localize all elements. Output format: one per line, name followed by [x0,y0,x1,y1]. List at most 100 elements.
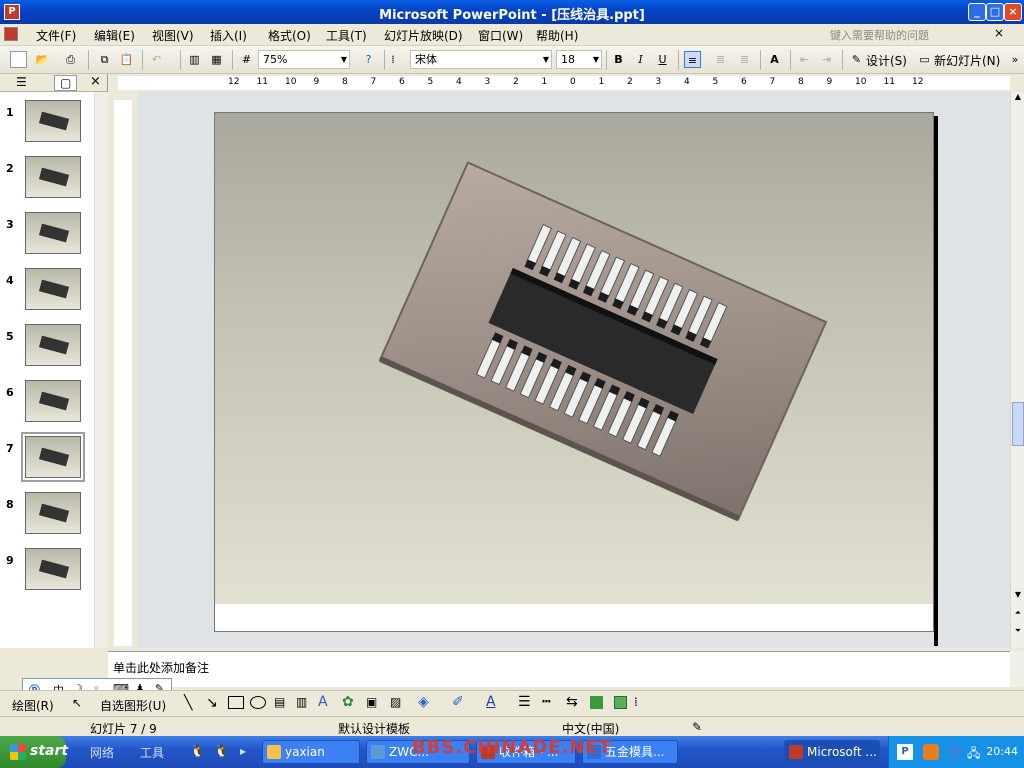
pane-scrollbar[interactable] [94,92,108,648]
autoshapes-menu[interactable]: 自选图形(U) [100,697,166,714]
oval-icon[interactable] [250,696,266,709]
line-icon[interactable]: ╲ [184,695,192,711]
font-size-select[interactable]: 18 ▼ [556,50,602,69]
menu-edit[interactable]: 编辑(E) [94,27,135,44]
draw-menu[interactable]: 绘图(R) [12,697,54,714]
decrease-indent-icon[interactable]: ⇤ [796,51,813,68]
slide-thumbnail[interactable] [25,268,81,310]
dash-style-icon[interactable]: ┅ [542,694,550,710]
slide-thumbnail[interactable] [25,212,81,254]
menu-help[interactable]: 帮助(H) [536,27,578,44]
slide-thumbnail[interactable] [21,432,85,482]
taskbar-window-button[interactable]: yaxian [262,740,360,764]
notes-pane[interactable]: 单击此处添加备注 [108,651,1010,687]
scroll-up-icon[interactable]: ▲ [1012,92,1024,106]
slide-thumbnail[interactable] [25,156,81,198]
paste-icon[interactable]: 📋 [118,51,135,68]
clipart-icon[interactable]: ▣ [366,695,377,709]
quicklaunch-network[interactable]: 网络 [90,744,114,761]
increase-indent-icon[interactable]: ⇥ [818,51,835,68]
arrow-icon[interactable]: ↘ [206,695,218,711]
menu-format[interactable]: 格式(O) [268,27,311,44]
ime-tray-icon[interactable]: P [897,744,913,760]
design-icon[interactable]: ✎ [848,51,865,68]
new-document-icon[interactable] [10,51,27,68]
zoom-select[interactable]: 75% ▼ [258,50,350,69]
insert-picture-icon[interactable]: ▨ [390,695,401,709]
help-icon[interactable]: ? [360,51,377,68]
textbox-icon[interactable]: ▤ [274,695,285,709]
taskbar-window-button[interactable]: Microsoft ... [784,740,880,764]
open-folder-icon[interactable]: 📂 [34,51,51,68]
undo-icon[interactable]: ↶ [148,51,165,68]
rectangle-icon[interactable] [228,696,244,709]
canvas-vertical-scrollbar[interactable]: ▲ ▼ ⏶ ⏷ [1010,92,1024,648]
insert-chart-icon[interactable]: ▥ [186,51,203,68]
network-icon[interactable]: 🖧 [967,744,980,765]
slide-thumbnail[interactable] [25,100,81,142]
bullet-list-icon[interactable]: ≣ [736,51,753,68]
increase-font-icon[interactable]: A [766,51,783,68]
grid-icon[interactable]: # [238,51,255,68]
design-button[interactable]: 设计(S) [866,52,907,69]
close-pane-icon[interactable]: × [90,74,101,89]
next-slide-icon[interactable]: ⏷ [1012,626,1024,640]
tray-messenger-icon[interactable] [947,744,963,760]
shadow-style-icon[interactable] [590,696,603,709]
slide-thumbnail[interactable] [25,548,81,590]
toolbar-options-icon[interactable]: ⁞ [388,51,398,68]
toolbar-overflow-icon[interactable]: » [1010,51,1020,68]
quicklaunch-more-icon[interactable]: ▸ [240,744,246,758]
menu-insert[interactable]: 插入(I) [210,27,247,44]
new-slide-icon[interactable]: ▭ [916,51,933,68]
menu-tools[interactable]: 工具(T) [326,27,367,44]
tray-app-icon[interactable] [923,744,939,760]
fill-color-icon[interactable]: ◈ [418,694,429,710]
underline-button[interactable]: U [654,51,671,68]
line-style-icon[interactable]: ☰ [518,694,531,710]
close-window-button[interactable]: × [1004,3,1022,21]
slide-thumbnail[interactable] [25,380,81,422]
select-arrow-icon[interactable]: ↖ [72,696,82,710]
maximize-button[interactable]: □ [986,3,1004,21]
quicklaunch-tools[interactable]: 工具 [140,744,164,761]
start-button[interactable]: start [0,736,68,768]
menu-file[interactable]: 文件(F) [36,27,76,44]
slides-tab-icon[interactable]: ▢ [54,75,78,91]
minimize-button[interactable]: _ [968,3,986,21]
help-question-input[interactable]: 键入需要帮助的问题 [830,27,929,43]
scroll-thumb[interactable] [1012,402,1024,446]
new-slide-button[interactable]: 新幻灯片(N) [934,52,1000,69]
document-icon[interactable] [4,27,18,41]
slide[interactable] [214,112,934,632]
copy-icon[interactable]: ⧉ [96,51,113,68]
align-left-icon[interactable]: ≡ [684,51,701,68]
qq-icon[interactable]: 🐧 [190,744,205,758]
outline-tab-icon[interactable]: ☰ [16,75,27,89]
print-icon[interactable]: ⎙ [62,51,79,68]
numbered-list-icon[interactable]: ≣ [712,51,729,68]
notes-scrollbar[interactable] [1010,651,1024,687]
arrow-style-icon[interactable]: ⇆ [566,694,578,710]
slide-thumbnail[interactable] [25,492,81,534]
vertical-textbox-icon[interactable]: ▥ [296,695,307,709]
menu-slideshow[interactable]: 幻灯片放映(D) [384,27,463,44]
menu-window[interactable]: 窗口(W) [478,27,523,44]
scroll-down-icon[interactable]: ▼ [1012,590,1024,604]
bold-button[interactable]: B [610,51,627,68]
italic-button[interactable]: I [632,51,649,68]
line-color-icon[interactable]: ✐ [452,694,464,710]
font-color-icon[interactable]: A [486,694,496,710]
spelling-check-icon[interactable]: ✎ [692,720,702,734]
previous-slide-icon[interactable]: ⏶ [1012,608,1024,622]
font-select[interactable]: 宋体 ▼ [410,50,552,69]
slide-thumbnail[interactable] [25,324,81,366]
drawbar-options-icon[interactable]: ⁞ [634,695,638,709]
3d-style-icon[interactable] [614,696,627,709]
wordart-icon[interactable]: A [318,694,328,710]
qq-icon-2[interactable]: 🐧 [214,744,229,758]
close-document-icon[interactable]: × [994,26,1004,40]
menu-view[interactable]: 视图(V) [152,27,194,44]
diagram-icon[interactable]: ✿ [342,694,354,710]
insert-table-icon[interactable]: ▦ [208,51,225,68]
